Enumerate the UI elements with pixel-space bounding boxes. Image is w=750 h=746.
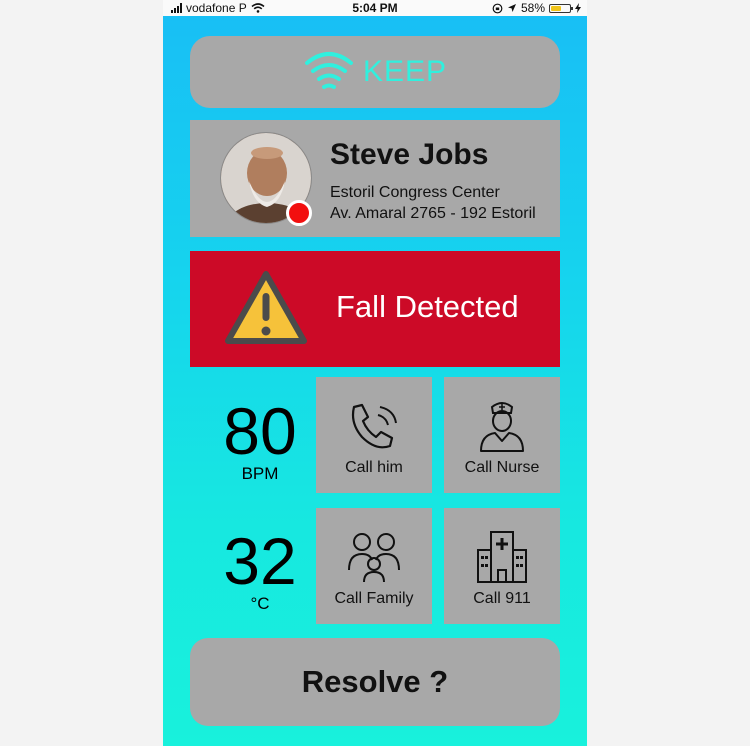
charging-bolt-icon [575, 3, 581, 13]
call-family-button[interactable]: Call Family [316, 508, 432, 624]
phone-icon [351, 403, 397, 449]
temperature-vital: 32 °C [200, 528, 320, 614]
patient-card[interactable]: Steve Jobs Estoril Congress Center Av. A… [190, 120, 560, 237]
hospital-icon [477, 531, 527, 583]
app-screen: KEEP Steve Jobs Estoril Congress Center … [163, 16, 587, 746]
call-911-button[interactable]: Call 911 [444, 508, 560, 624]
resolve-label: Resolve ? [301, 664, 449, 699]
call-him-label: Call him [345, 459, 403, 476]
call-him-button[interactable]: Call him [316, 377, 432, 493]
app-header: KEEP [190, 36, 560, 108]
call-nurse-button[interactable]: Call Nurse [444, 377, 560, 493]
call-family-label: Call Family [334, 590, 414, 607]
family-icon [348, 533, 400, 583]
status-bar: vodafone P 5:04 PM 58% [163, 0, 587, 16]
keep-wifi-logo-icon [304, 52, 353, 89]
heart-rate-value: 80 [223, 394, 297, 468]
patient-name: Steve Jobs [330, 138, 489, 171]
temperature-unit: °C [250, 594, 270, 613]
location-arrow-icon [507, 4, 516, 12]
call-nurse-label: Call Nurse [464, 459, 540, 476]
fall-alert-banner: Fall Detected [190, 251, 560, 367]
status-indicator [286, 200, 312, 226]
rotation-lock-icon [492, 3, 503, 13]
battery-percent: 58% [520, 1, 545, 15]
nurse-icon [480, 402, 524, 452]
heart-rate-vital: 80 BPM [200, 398, 320, 484]
temperature-value: 32 [223, 524, 297, 598]
resolve-button[interactable]: Resolve ? [190, 638, 560, 726]
battery-icon [549, 3, 573, 13]
warning-icon [225, 271, 307, 344]
app-brand: KEEP [362, 55, 448, 88]
call-911-label: Call 911 [473, 590, 531, 607]
patient-location: Estoril Congress Center [330, 184, 500, 201]
patient-address: Av. Amaral 2765 - 192 Estoril [330, 205, 536, 222]
heart-rate-unit: BPM [241, 464, 279, 483]
alert-text: Fall Detected [336, 289, 519, 324]
status-right: 58% [492, 0, 581, 16]
